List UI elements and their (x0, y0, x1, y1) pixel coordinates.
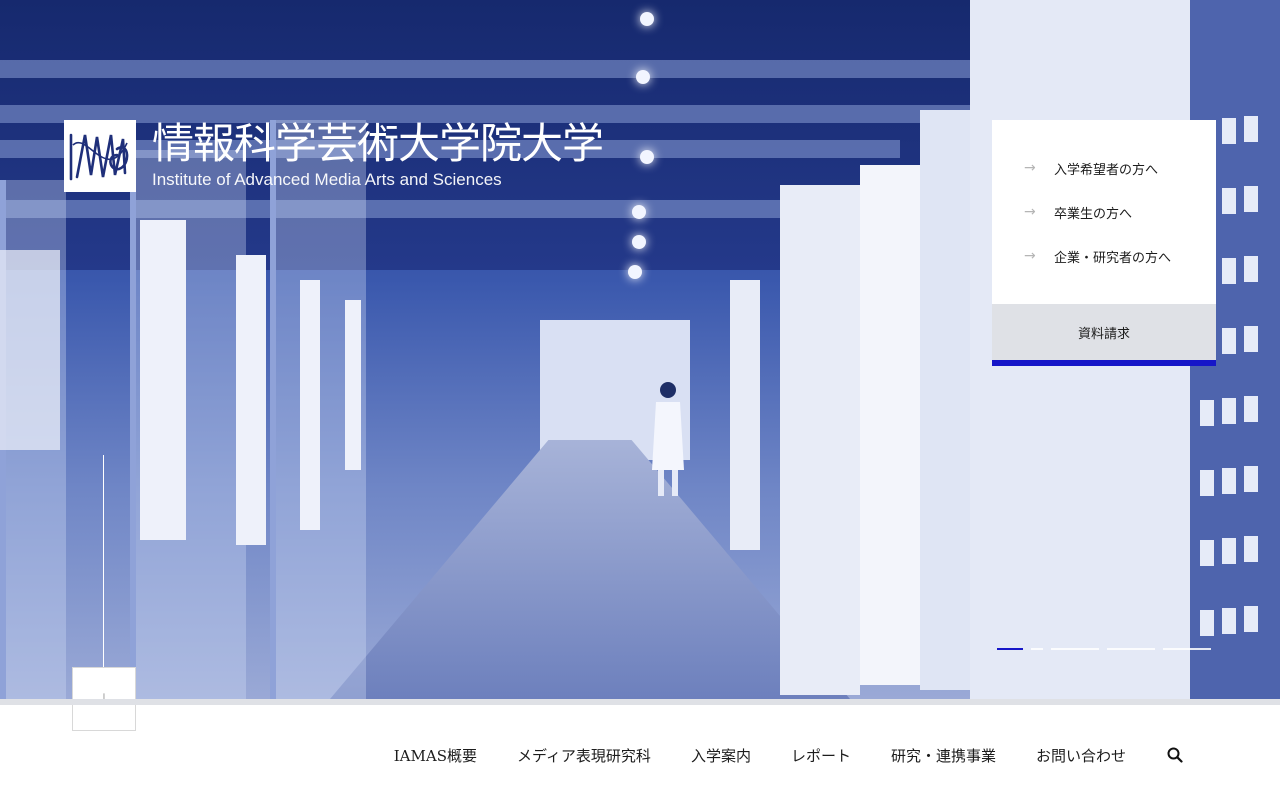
audience-links: → 入学希望者の方へ → 卒業生の方へ → 企業・研究者の方へ (992, 120, 1216, 304)
partition (730, 280, 760, 550)
arrow-right-icon: → (1024, 204, 1036, 220)
search-icon[interactable] (1166, 746, 1184, 764)
ceiling-light (628, 265, 642, 279)
hero-beam (0, 60, 980, 78)
ceiling-light (636, 70, 650, 84)
scroll-line (103, 455, 104, 667)
poster (236, 255, 266, 545)
partition (920, 110, 970, 690)
slider-indicator[interactable] (997, 648, 1023, 650)
ceiling-light (640, 12, 654, 26)
poster (0, 250, 60, 450)
logo-text: 情報科学芸術大学院大学 Institute of Advanced Media … (152, 119, 604, 190)
poster (345, 300, 361, 470)
arrow-right-icon: → (1024, 248, 1036, 264)
nav-item-graduate-school[interactable]: メディア表現研究科 (517, 745, 651, 766)
logo-name-jp: 情報科学芸術大学院大学 (152, 119, 604, 168)
person-figure (652, 382, 684, 496)
corridor-floor (330, 440, 850, 699)
nav-item-reports[interactable]: レポート (791, 745, 851, 766)
hero-bottom-strip (0, 699, 1280, 705)
nav-item-research[interactable]: 研究・連携事業 (891, 745, 996, 766)
slider-indicators (997, 648, 1211, 650)
slider-indicator[interactable] (1051, 648, 1099, 650)
audience-link-alumni[interactable]: → 卒業生の方へ (992, 190, 1216, 234)
nav-item-admissions[interactable]: 入学案内 (691, 745, 751, 766)
audience-link-applicants[interactable]: → 入学希望者の方へ (992, 146, 1216, 190)
slider-indicator[interactable] (1031, 648, 1043, 650)
arrow-right-icon: → (1024, 160, 1036, 176)
ceiling-light (632, 205, 646, 219)
logo-name-en: Institute of Advanced Media Arts and Sci… (152, 170, 502, 189)
slider-indicator[interactable] (1107, 648, 1155, 650)
iamas-logo-icon (64, 120, 136, 192)
audience-link-label: 入学希望者の方へ (1054, 162, 1159, 178)
audience-panel: → 入学希望者の方へ → 卒業生の方へ → 企業・研究者の方へ 資料請求 (992, 120, 1216, 366)
nav-item-about[interactable]: IAMAS概要 (394, 745, 477, 766)
poster (140, 220, 186, 540)
nav-item-contact[interactable]: お問い合わせ (1036, 745, 1126, 766)
global-nav: IAMAS概要 メディア表現研究科 入学案内 レポート 研究・連携事業 お問い合… (394, 735, 1184, 775)
partition (860, 165, 920, 685)
request-materials-label: 資料請求 (1077, 326, 1130, 342)
ceiling-light (640, 150, 654, 164)
slider-indicator[interactable] (1163, 648, 1211, 650)
audience-link-label: 企業・研究者の方へ (1054, 250, 1172, 266)
ceiling-light (632, 235, 646, 249)
audience-link-label: 卒業生の方へ (1054, 206, 1133, 222)
request-materials-button[interactable]: 資料請求 (992, 304, 1216, 366)
poster (300, 280, 320, 530)
hero-beam (0, 200, 820, 218)
partition (780, 185, 860, 695)
site-logo[interactable]: 情報科学芸術大学院大学 Institute of Advanced Media … (64, 119, 604, 192)
audience-link-companies[interactable]: → 企業・研究者の方へ (992, 234, 1216, 278)
